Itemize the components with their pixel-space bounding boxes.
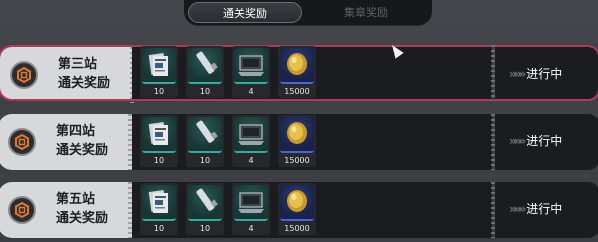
reward-qty: 10 [199,224,211,233]
station-name: 第五站 [56,192,96,207]
status-label: »»» 进行中 [509,202,563,216]
status-label: »»» 进行中 [509,67,563,81]
reward-qty: 4 [248,224,254,233]
reward-qty: 15000 [284,224,310,233]
station-subtitle: 通关奖励 [58,76,111,91]
station-emblem-icon [10,61,38,89]
status-panel[interactable]: »»» 进行中 [495,45,598,101]
reward-qty: 10 [153,87,165,96]
reward-item[interactable]: 15000 [278,46,316,98]
reward-item[interactable]: 4 [232,115,270,167]
station-panel: 第三站 通关奖励 [0,45,134,103]
reward-row: 第四站 通关奖励 10 10 4 15000 »»» 进行中 [0,114,598,170]
reward-qty: 10 [199,87,211,96]
document-icon [142,117,176,153]
reward-row: 第三站 通关奖励 10 10 4 15000 »»» 进行中 [0,45,598,103]
reward-qty: 15000 [284,87,310,96]
reward-item[interactable]: 10 [140,46,178,98]
reward-qty: 10 [153,224,165,233]
chevron-right-icon: »»» [509,67,526,81]
station-panel: 第四站 通关奖励 [0,114,132,170]
reward-qty: 4 [248,156,254,165]
tab-clear-rewards[interactable]: 通关奖励 [188,2,302,23]
chevron-right-icon: »»» [509,202,526,216]
tab-stamp-rewards[interactable]: 集章奖励 [304,2,428,23]
status-panel[interactable]: »»» 进行中 [495,182,598,238]
gold-coin-icon [280,185,314,221]
reward-qty: 10 [153,156,165,165]
reward-qty: 4 [248,87,254,96]
reward-item[interactable]: 10 [186,183,224,235]
reward-qty: 10 [199,156,211,165]
document-icon [142,185,176,221]
reward-item[interactable]: 15000 [278,115,316,167]
tube-icon [188,117,222,153]
tube-icon [188,48,222,84]
station-emblem-icon [8,196,36,224]
station-name: 第四站 [56,124,96,139]
station-subtitle: 通关奖励 [56,211,109,226]
reward-item[interactable]: 10 [140,183,178,235]
document-icon [142,48,176,84]
reward-item[interactable]: 10 [186,46,224,98]
rewards-panel: 10 10 4 15000 [132,45,492,101]
chevron-right-icon: »»» [509,134,526,148]
reward-tab-bar: 通关奖励 集章奖励 [184,0,432,25]
laptop-icon [234,48,268,84]
rewards-panel: 10 10 4 15000 [132,114,492,170]
reward-row: 第五站 通关奖励 10 10 4 15000 »»» 进行中 [0,182,598,238]
reward-qty: 15000 [284,156,310,165]
reward-item[interactable]: 10 [140,115,178,167]
tube-icon [188,185,222,221]
reward-item[interactable]: 10 [186,115,224,167]
status-panel[interactable]: »»» 进行中 [495,114,598,170]
gold-coin-icon [280,48,314,84]
gold-coin-icon [280,117,314,153]
reward-item[interactable]: 15000 [278,183,316,235]
laptop-icon [234,185,268,221]
station-panel: 第五站 通关奖励 [0,182,132,238]
rewards-panel: 10 10 4 15000 [132,182,492,238]
station-name: 第三站 [58,57,98,72]
laptop-icon [234,117,268,153]
station-emblem-icon [8,128,36,156]
status-label: »»» 进行中 [509,134,563,148]
reward-item[interactable]: 4 [232,183,270,235]
reward-item[interactable]: 4 [232,46,270,98]
station-subtitle: 通关奖励 [56,143,109,158]
